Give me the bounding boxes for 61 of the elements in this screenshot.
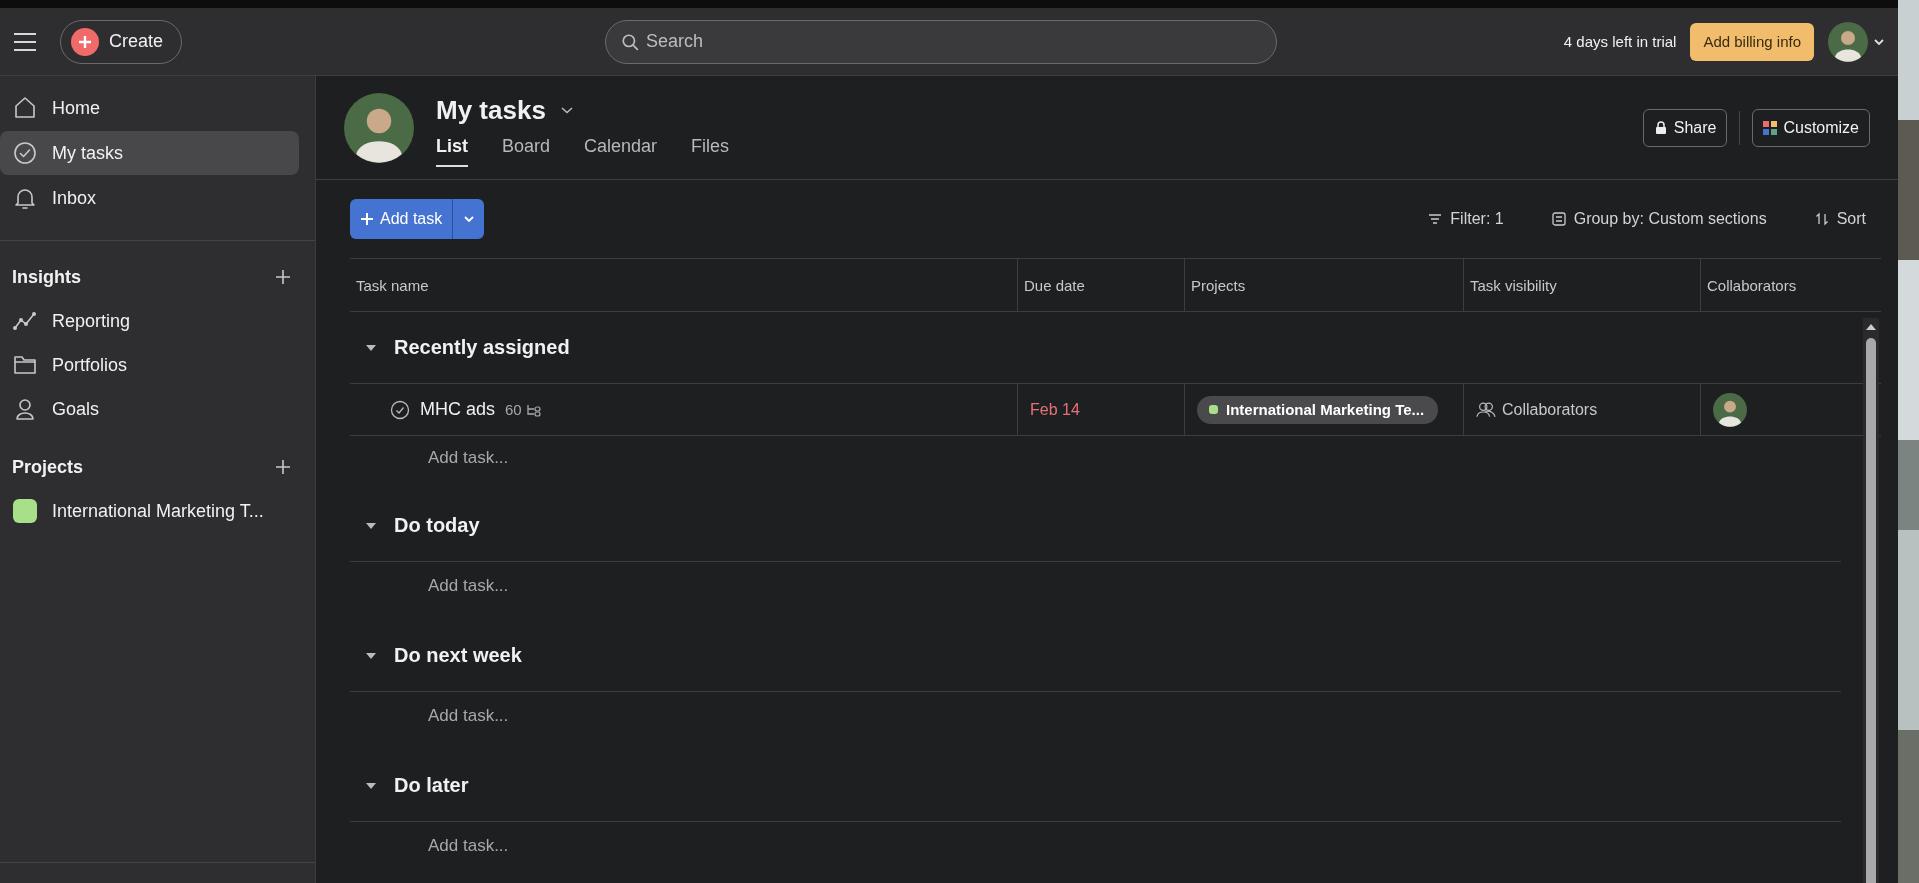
trial-notice: 4 days left in trial	[1563, 33, 1677, 50]
subtask-count: 60	[505, 401, 522, 418]
avatar	[344, 92, 414, 163]
column-header: Due date	[1024, 276, 1085, 294]
home-icon	[12, 95, 38, 121]
plus-icon[interactable]	[275, 459, 291, 475]
dropdown-button[interactable]	[452, 199, 485, 239]
sort-icon	[1814, 212, 1829, 226]
check-circle-icon	[12, 140, 38, 166]
sidebar-item[interactable]: My tasks	[0, 131, 299, 175]
project-tag[interactable]: International Marketing Te...	[1197, 395, 1439, 424]
list-icon	[1551, 212, 1566, 226]
tab[interactable]: Calendar	[584, 131, 658, 167]
section-heading: Projects	[12, 456, 84, 478]
column-header: Task visibility	[1470, 276, 1557, 294]
sidebar-item[interactable]: Home	[0, 86, 299, 130]
add-task-link[interactable]: Add task...	[428, 836, 509, 856]
check-circle-icon[interactable]	[390, 399, 410, 420]
column-header: Collaborators	[1707, 276, 1797, 294]
page-title: My tasks	[436, 94, 546, 126]
visibility-label: Collaborators	[1502, 400, 1598, 419]
grid-icon	[1763, 120, 1778, 135]
subtask-icon	[525, 402, 542, 417]
customize-button[interactable]: Customize	[1752, 108, 1870, 147]
lock-icon	[1653, 120, 1668, 135]
task-name[interactable]: MHC ads	[420, 399, 495, 420]
sidebar-item[interactable]: International Marketing T...	[0, 489, 299, 533]
add-task-link[interactable]: Add task...	[428, 706, 509, 726]
sidebar-item[interactable]: Reporting	[0, 299, 299, 343]
plus-icon[interactable]	[275, 269, 291, 285]
menu-icon[interactable]	[12, 30, 38, 53]
sort-button[interactable]: Sort	[1808, 209, 1872, 229]
sidebar-item[interactable]: Portfolios	[0, 343, 299, 387]
tab[interactable]: Board	[502, 131, 551, 167]
add-task-link[interactable]: Add task...	[428, 576, 509, 596]
sidebar-item[interactable]: Inbox	[0, 176, 299, 220]
section-title: Do next week	[394, 644, 522, 667]
section-title: Do today	[394, 514, 480, 537]
plus-icon	[71, 27, 99, 56]
filter-button[interactable]: Filter: 1	[1422, 209, 1510, 229]
search-field[interactable]: Search	[605, 19, 1278, 64]
column-header: Task name	[356, 276, 429, 294]
people-icon	[1476, 401, 1496, 418]
tab[interactable]: Files	[691, 131, 730, 167]
add-task-button[interactable]: Add task	[350, 199, 453, 239]
column-header: Projects	[1191, 276, 1246, 294]
sidebar-item[interactable]: Goals	[0, 387, 299, 431]
group-by-button[interactable]: Group by: Custom sections	[1545, 209, 1773, 229]
add-task-link[interactable]: Add task...	[428, 448, 509, 468]
plus-icon	[360, 212, 374, 226]
section-title: Do later	[394, 774, 469, 797]
section-heading: Insights	[12, 266, 81, 288]
tab[interactable]: List	[436, 131, 468, 167]
billing-button[interactable]: Add billing info	[1690, 22, 1814, 61]
search-icon	[621, 32, 640, 51]
section-title: Recently assigned	[394, 336, 570, 359]
avatar	[1828, 21, 1868, 62]
scrollbar[interactable]	[1863, 318, 1879, 883]
filter-icon	[1428, 212, 1443, 226]
share-button[interactable]: Share	[1642, 108, 1728, 147]
due-date: Feb 14	[1030, 400, 1080, 419]
